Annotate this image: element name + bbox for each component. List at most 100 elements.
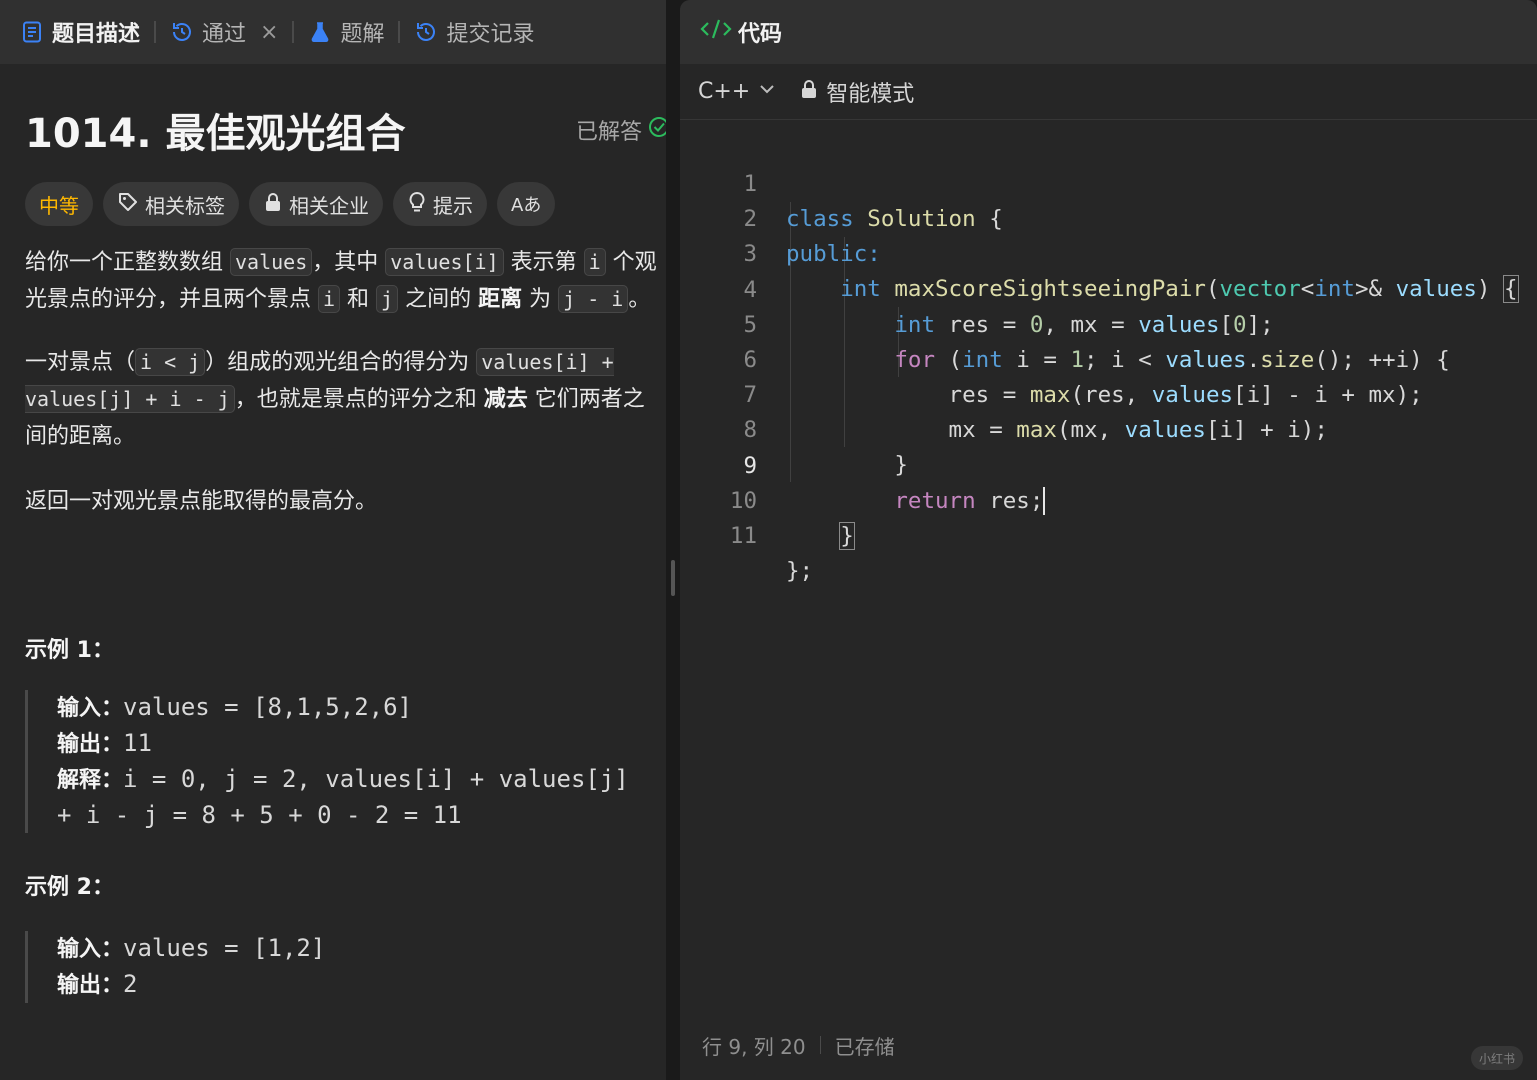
example-1-title: 示例 1： xyxy=(25,638,114,663)
cursor-position: 行 9, 列 20 xyxy=(702,1034,806,1059)
drag-handle[interactable] xyxy=(671,560,675,596)
description-paragraph-3: 返回一对观光景点能取得的最高分。 xyxy=(25,489,378,514)
tab-accepted[interactable]: 通过 × xyxy=(170,0,292,64)
inline-code: i xyxy=(318,285,341,313)
chevron-down-icon xyxy=(758,79,776,104)
tab-description[interactable]: 题目描述 xyxy=(20,0,154,64)
watermark-logo: 小红书 xyxy=(1471,1046,1523,1070)
tab-divider xyxy=(292,21,295,43)
example-2-block: 输入：values = [1,2] 输出：2 xyxy=(25,931,666,1003)
text: ，也就是景点的评分之和 xyxy=(234,387,484,412)
tab-submissions[interactable]: 提交记录 xyxy=(414,0,548,64)
example-explanation: 解释：i = 0, j = 2, values[i] + values[j] xyxy=(57,762,666,798)
lock-icon xyxy=(800,79,818,105)
problem-title[interactable]: 1014. 最佳观光组合 xyxy=(25,101,405,159)
translate-icon: Aあ xyxy=(511,195,542,216)
bold-text: 减去 xyxy=(483,387,528,412)
code-panel-header: 代码 xyxy=(680,0,1537,64)
example-input: 输入：values = [8,1,5,2,6] xyxy=(57,690,666,726)
title-row: 1014. 最佳观光组合 已解答 xyxy=(25,102,666,158)
code-icon xyxy=(700,17,732,47)
inline-code: j xyxy=(376,285,399,313)
editor-statusbar: 行 9, 列 20 已存储 xyxy=(680,1010,1537,1080)
example-value: i = 0, j = 2, values[i] + values[j] xyxy=(123,765,629,793)
code-line[interactable]: 3 int maxScoreSightseeingPair(vector<int… xyxy=(680,202,1537,304)
example-input: 输入：values = [1,2] xyxy=(57,931,666,967)
lock-icon xyxy=(263,192,283,217)
example-label: 输入： xyxy=(57,937,124,962)
code-line[interactable]: 6 res = max(res, values[i] - i + mx); xyxy=(680,308,1537,408)
inline-code: i < j xyxy=(135,348,206,376)
problem-content: 1014. 最佳观光组合 已解答 中等 相关标签 相关企业 提示 Aあ 给你一个… xyxy=(0,102,666,1003)
code-line[interactable]: 9 return res; xyxy=(680,414,1537,515)
translate-button[interactable]: Aあ xyxy=(497,182,556,226)
line-number: 11 xyxy=(729,522,757,549)
document-icon xyxy=(20,20,44,44)
code-line[interactable]: 1 class Solution { xyxy=(680,132,1537,232)
solved-badge: 已解答 xyxy=(576,114,666,146)
problem-tabbar: 题目描述 通过 × 题解 提交记录 xyxy=(0,0,666,64)
hint-button[interactable]: 提示 xyxy=(393,182,487,226)
code-panel: 代码 C++ 智能模式 1 class Solution { 2 public: xyxy=(680,0,1537,1080)
example-output: 输出：2 xyxy=(57,967,666,1003)
code-editor[interactable]: 1 class Solution { 2 public: 3 int maxSc… xyxy=(680,132,1537,584)
close-tab-icon[interactable]: × xyxy=(260,20,278,45)
example-2-title: 示例 2： xyxy=(25,875,114,900)
inline-code: j - i xyxy=(558,285,629,313)
example-label: 输出： xyxy=(57,732,124,757)
related-tags-label: 相关标签 xyxy=(145,193,225,218)
editor-toolbar: C++ 智能模式 xyxy=(680,64,1537,120)
example-value: values = [1,2] xyxy=(123,934,326,962)
code-line[interactable]: 10 } xyxy=(680,449,1537,550)
example-label: 输出： xyxy=(57,973,124,998)
tab-divider xyxy=(398,21,401,43)
code-panel-title: 代码 xyxy=(738,22,783,47)
example-explanation-cont: + i - j = 8 + 5 + 0 - 2 = 11 xyxy=(57,798,666,833)
text: 和 xyxy=(340,287,377,312)
solved-label: 已解答 xyxy=(575,120,642,145)
history-icon xyxy=(170,20,194,44)
difficulty-badge: 中等 xyxy=(25,182,93,226)
save-status: 已存储 xyxy=(834,1034,895,1059)
example-value: 2 xyxy=(123,970,138,998)
language-select[interactable]: C++ xyxy=(698,79,776,104)
related-tags-button[interactable]: 相关标签 xyxy=(103,182,239,226)
text: 之间的 xyxy=(398,287,479,312)
smart-mode-toggle[interactable]: 智能模式 xyxy=(800,76,914,108)
code-line[interactable]: 4 int res = 0, mx = values[0]; xyxy=(680,238,1537,338)
example-label: 解释： xyxy=(57,768,124,793)
code-line[interactable]: 8 } xyxy=(680,378,1537,478)
tab-submissions-label: 提交记录 xyxy=(446,22,535,47)
tab-solutions-label: 题解 xyxy=(340,22,385,47)
inline-code: values[i] xyxy=(385,248,504,276)
text: 给你一个正整数数组 xyxy=(25,250,230,275)
example-value: + i - j = 8 + 5 + 0 - 2 = 11 xyxy=(57,801,462,829)
tab-description-label: 题目描述 xyxy=(52,22,141,47)
code-text: }; xyxy=(786,557,814,584)
text: 表示第 xyxy=(503,250,584,275)
code-line[interactable]: 11 }; xyxy=(680,484,1537,584)
example-1-block: 输入：values = [8,1,5,2,6] 输出：11 解释：i = 0, … xyxy=(25,690,666,833)
check-circle-icon xyxy=(648,116,666,144)
tab-divider xyxy=(154,21,157,43)
example-value: values = [8,1,5,2,6] xyxy=(123,693,412,721)
code-line[interactable]: 2 public: xyxy=(680,167,1537,267)
panel-splitter[interactable] xyxy=(666,0,680,1080)
text: 为 xyxy=(522,287,559,312)
hint-label: 提示 xyxy=(433,193,473,218)
smart-mode-label: 智能模式 xyxy=(826,81,915,107)
tag-row: 中等 相关标签 相关企业 提示 Aあ xyxy=(25,182,666,226)
example-label: 输入： xyxy=(57,696,124,721)
text: 。 xyxy=(628,287,651,312)
code-line[interactable]: 7 mx = max(mx, values[i] + i); xyxy=(680,343,1537,443)
code-text: } xyxy=(839,521,855,550)
code-line[interactable]: 5 for (int i = 1; i < values.size(); ++i… xyxy=(680,273,1537,373)
status-divider xyxy=(819,1036,821,1054)
tab-solutions[interactable]: 题解 xyxy=(308,0,398,64)
lightbulb-icon xyxy=(407,191,427,218)
description-paragraph-2: 一对景点（ i < j ）组成的观光组合的得分为 values[i] + value… xyxy=(25,344,664,455)
text: 一对景点（ xyxy=(25,350,136,375)
tab-accepted-label: 通过 xyxy=(202,22,247,47)
text: ）组成的观光组合的得分为 xyxy=(205,350,477,375)
related-companies-button[interactable]: 相关企业 xyxy=(249,182,383,226)
